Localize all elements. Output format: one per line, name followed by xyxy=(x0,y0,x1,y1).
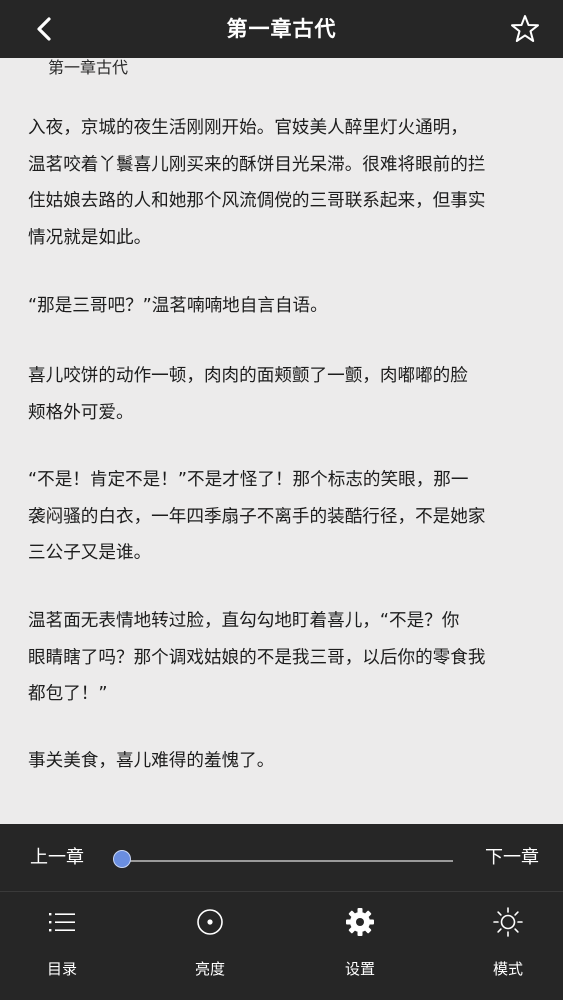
top-bar: 第一章古代 xyxy=(0,0,563,58)
list-icon xyxy=(46,906,78,938)
paragraph: 事关美食，喜儿难得的羞愧了。 xyxy=(28,751,275,771)
toolbar-item-brightness[interactable]: 亮度 xyxy=(160,892,260,1000)
chapter-heading: 第一章古代 xyxy=(48,58,129,77)
chapter-progress-panel: 上一章 下一章 xyxy=(0,824,563,891)
reading-area[interactable]: 第一章古代 入夜，京城的夜生活刚刚开始。官妓美人醉里灯火通明， 温茗咬着丫鬟喜儿… xyxy=(0,58,563,824)
toolbar-item-mode[interactable]: 模式 xyxy=(458,892,558,1000)
toolbar-item-label: 目录 xyxy=(46,960,77,978)
toolbar-item-catalog[interactable]: 目录 xyxy=(12,892,112,1000)
toolbar-item-label: 模式 xyxy=(492,960,523,978)
toolbar-item-label: 设置 xyxy=(344,960,375,978)
sun-icon xyxy=(492,906,524,938)
paragraph: 入夜，京城的夜生活刚刚开始。官妓美人醉里灯火通明， 温茗咬着丫鬟喜儿刚买来的酥饼… xyxy=(28,118,486,248)
star-icon[interactable] xyxy=(509,13,541,45)
toolbar-item-label: 亮度 xyxy=(194,960,225,978)
toolbar-item-settings[interactable]: 设置 xyxy=(310,892,410,1000)
bottom-toolbar: 目录 亮度 设置 模式 xyxy=(0,892,563,1000)
paragraph: “那是三哥吧？”温茗喃喃地自言自语。 xyxy=(28,296,328,316)
progress-slider-thumb[interactable] xyxy=(113,850,131,868)
next-chapter-button[interactable]: 下一章 xyxy=(485,824,539,891)
paragraph: 喜儿咬饼的动作一顿，肉肉的面颊颤了一颤，肉嘟嘟的脸 颊格外可爱。 xyxy=(28,366,468,423)
previous-chapter-button[interactable]: 上一章 xyxy=(30,824,84,891)
paragraph: 温茗面无表情地转过脸，直勾勾地盯着喜儿，“不是？你 眼睛瞎了吗？那个调戏姑娘的不… xyxy=(28,611,486,704)
gear-icon xyxy=(344,906,376,938)
page-title: 第一章古代 xyxy=(226,17,337,41)
brightness-icon xyxy=(194,906,226,938)
progress-track[interactable] xyxy=(122,860,453,862)
paragraph: “不是！肯定不是！”不是才怪了！那个标志的笑眼，那一 袭闷骚的白衣，一年四季扇子… xyxy=(28,470,486,563)
